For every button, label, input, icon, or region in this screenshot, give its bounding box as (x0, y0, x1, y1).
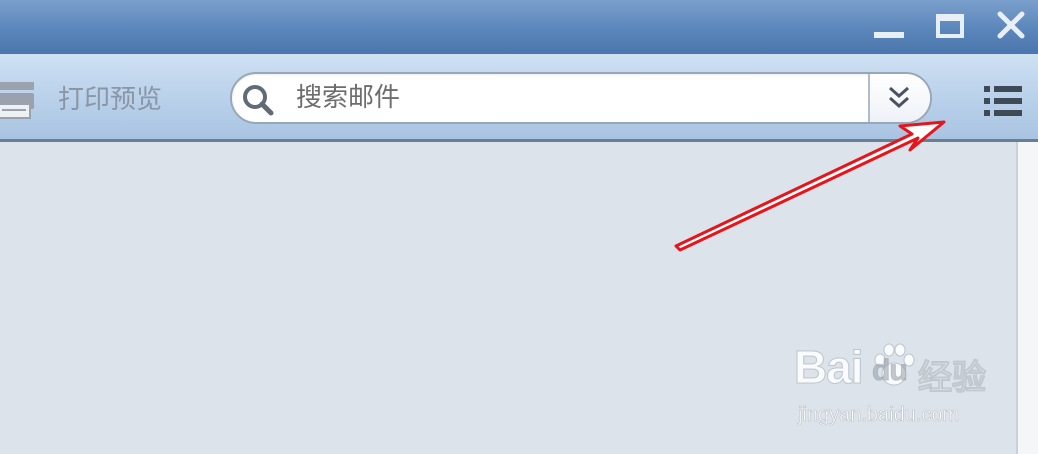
title-bar[interactable] (0, 0, 1038, 54)
minimize-icon (874, 32, 904, 38)
search-input[interactable] (294, 76, 858, 118)
app-window: 打印预览 搜索邮件 Bai du 经验 jingyan.baidu.com (0, 0, 1038, 454)
watermark-brand-left: Bai (794, 341, 865, 394)
print-preview-label: 打印预览 (58, 84, 163, 114)
minimize-button[interactable] (868, 6, 908, 46)
search-box[interactable] (230, 72, 932, 124)
menu-button[interactable] (982, 84, 1024, 118)
baidu-jingyan-watermark: Bai du 经验 jingyan.baidu.com (790, 340, 1000, 440)
list-menu-icon (984, 86, 1022, 116)
close-button[interactable] (992, 6, 1032, 46)
toolbar: 打印预览 (0, 54, 1038, 142)
search-options-button[interactable] (868, 74, 930, 122)
watermark-brand-right: du (872, 354, 909, 388)
watermark-brand-suffix: 经验 (918, 359, 987, 398)
maximize-icon (936, 14, 964, 38)
maximize-button[interactable] (930, 6, 970, 46)
scrollbar[interactable] (1016, 142, 1038, 454)
close-icon (997, 11, 1025, 39)
watermark-url: jingyan.baidu.com (798, 404, 960, 427)
search-icon (243, 85, 274, 116)
print-preview-button[interactable]: 打印预览 (0, 72, 200, 126)
printer-icon (0, 82, 34, 119)
double-chevron-down-icon (889, 86, 909, 109)
